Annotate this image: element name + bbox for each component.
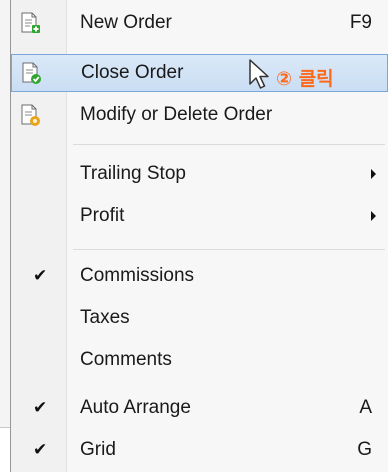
menu-item-label: Auto Arrange (80, 397, 191, 418)
modify-order-icon (21, 104, 40, 126)
menu-item-new-order[interactable]: New Order F9 (11, 4, 388, 42)
background-window-edge (0, 0, 10, 472)
menu-item-comments[interactable]: Comments (11, 341, 388, 379)
background-panel-edge (0, 427, 10, 473)
menu-item-label: Modify or Delete Order (80, 104, 273, 125)
menu-item-label: Close Order (81, 62, 184, 83)
submenu-arrow-icon (371, 211, 376, 221)
menu-item-auto-arrange[interactable]: ✔ Auto Arrange A (11, 389, 388, 427)
menu-item-grid[interactable]: ✔ Grid G (11, 431, 388, 469)
menu-item-label: Taxes (80, 307, 130, 328)
menu-separator (73, 144, 385, 145)
submenu-arrow-icon (371, 169, 376, 179)
menu-item-modify-or-delete-order[interactable]: Modify or Delete Order (11, 96, 388, 134)
close-order-icon (22, 62, 41, 84)
checkmark-icon: ✔ (33, 266, 48, 286)
menu-item-shortcut: F9 (349, 12, 372, 33)
menu-item-label: Grid (80, 439, 116, 460)
menu-item-label: Profit (80, 205, 125, 226)
menu-item-shortcut: A (359, 397, 372, 418)
menu-item-label: Commissions (80, 265, 195, 286)
menu-item-label: New Order (80, 12, 172, 33)
menu-item-commissions[interactable]: ✔ Commissions (11, 257, 388, 295)
new-order-icon (21, 12, 40, 33)
menu-item-taxes[interactable]: Taxes (11, 299, 388, 337)
menu-item-trailing-stop[interactable]: Trailing Stop (11, 155, 388, 193)
menu-separator (73, 249, 385, 250)
menu-item-shortcut: G (357, 439, 372, 460)
checkmark-icon: ✔ (33, 398, 48, 418)
mouse-cursor-icon (249, 59, 269, 89)
menu-item-label: Comments (80, 349, 172, 370)
menu-item-label: Trailing Stop (80, 163, 186, 184)
checkmark-icon: ✔ (33, 440, 48, 460)
menu-item-profit[interactable]: Profit (11, 197, 388, 235)
step-annotation: ② 클릭 (276, 68, 334, 90)
